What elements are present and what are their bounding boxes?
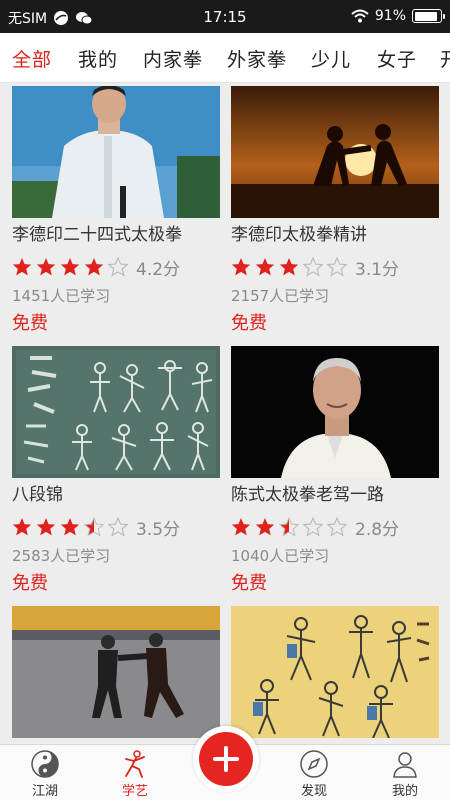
course-card[interactable]: 陈式太极拳老驾一路 2.8分 1040人已学习 免费 [231,346,439,599]
star-full-icon [60,258,80,276]
kungfu-figure-icon [125,750,145,778]
star-full-icon [84,258,104,276]
course-title: 李德印二十四式太极拳 [12,225,182,245]
star-half-icon [84,517,104,537]
star-empty-icon [327,257,347,277]
battery-fill [414,11,438,21]
course-thumbnail [231,606,439,738]
tab-external-styles[interactable]: 外家拳 [227,45,287,72]
star-full-icon [231,258,251,276]
battery-icon [412,9,445,23]
star-rating [12,257,128,277]
star-full-icon [12,258,32,276]
tab-internal-styles[interactable]: 内家拳 [143,45,203,72]
star-empty-icon [108,517,128,537]
nav-label: 学艺 [121,784,148,799]
learner-count: 2583人已学习 [12,547,111,565]
star-full-icon [60,518,80,536]
star-empty-icon [108,257,128,277]
rating-score: 2.8分 [355,519,400,540]
star-full-icon [231,518,251,536]
status-bar: 无SIM 17:15 91% [0,0,450,33]
tab-mine[interactable]: 我的 [78,45,118,72]
nav-me[interactable]: 我的 [370,747,440,799]
nav-xueyi[interactable]: 学艺 [100,747,170,799]
star-rating [12,517,128,537]
star-rating [231,257,347,277]
star-full-icon [255,258,275,276]
star-full-icon [279,258,299,276]
star-full-icon [12,518,32,536]
star-full-icon [36,258,56,276]
rating-score: 3.1分 [355,259,400,280]
add-button[interactable] [193,726,259,792]
course-card[interactable]: 李德印太极拳精讲 3.1分 2157人已学习 免费 [231,86,439,339]
tab-women[interactable]: 女子 [377,45,417,72]
course-title: 李德印太极拳精讲 [231,225,367,245]
rating-score: 4.2分 [136,259,181,280]
nav-discover[interactable]: 发现 [279,747,349,799]
course-thumbnail [12,346,220,478]
battery-percent: 91% [374,8,406,24]
rating: 3.5分 [12,512,220,542]
person-icon [393,752,417,778]
course-card[interactable]: 八段锦 3.5分 2583人已学习 免费 [12,346,220,599]
course-thumbnail [231,346,439,478]
rating: 4.2分 [12,252,220,282]
price-label: 免费 [12,573,48,594]
star-half-icon [279,517,299,537]
star-full-icon [255,518,275,536]
rating: 3.1分 [231,252,439,282]
learner-count: 1040人已学习 [231,547,330,565]
price-label: 免费 [231,573,267,594]
course-card[interactable] [231,606,439,738]
learner-count: 2157人已学习 [231,287,330,305]
star-empty-icon [303,517,323,537]
learner-count: 1451人已学习 [12,287,111,305]
course-grid: 李德印二十四式太极拳 4.2分 1451人已学习 免费 李德印太极拳精讲 3.1… [0,84,450,744]
nav-label: 江湖 [31,784,58,799]
course-thumbnail [231,86,439,218]
course-title: 陈式太极拳老驾一路 [231,485,384,505]
compass-icon [300,750,328,778]
nav-label: 发现 [300,784,327,799]
category-tabs: 全部 我的 内家拳 外家拳 少儿 女子 开 [0,33,450,83]
plus-icon [199,732,253,786]
rating-score: 3.5分 [136,519,181,540]
star-rating [231,517,347,537]
taiji-icon [31,750,59,778]
star-empty-icon [327,517,347,537]
nav-jianghu[interactable]: 江湖 [10,747,80,799]
status-right: 91% [351,8,445,24]
star-empty-icon [303,257,323,277]
course-card[interactable]: 李德印二十四式太极拳 4.2分 1451人已学习 免费 [12,86,220,339]
course-thumbnail [12,606,220,738]
wifi-icon [351,9,369,23]
tab-more[interactable]: 开 [440,45,450,72]
tab-children[interactable]: 少儿 [311,45,351,72]
tab-all[interactable]: 全部 [12,45,52,72]
price-label: 免费 [231,313,267,334]
course-card[interactable] [12,606,220,738]
course-thumbnail [12,86,220,218]
nav-label: 我的 [391,784,418,799]
price-label: 免费 [12,313,48,334]
course-title: 八段锦 [12,485,63,505]
star-full-icon [36,518,56,536]
rating: 2.8分 [231,512,439,542]
